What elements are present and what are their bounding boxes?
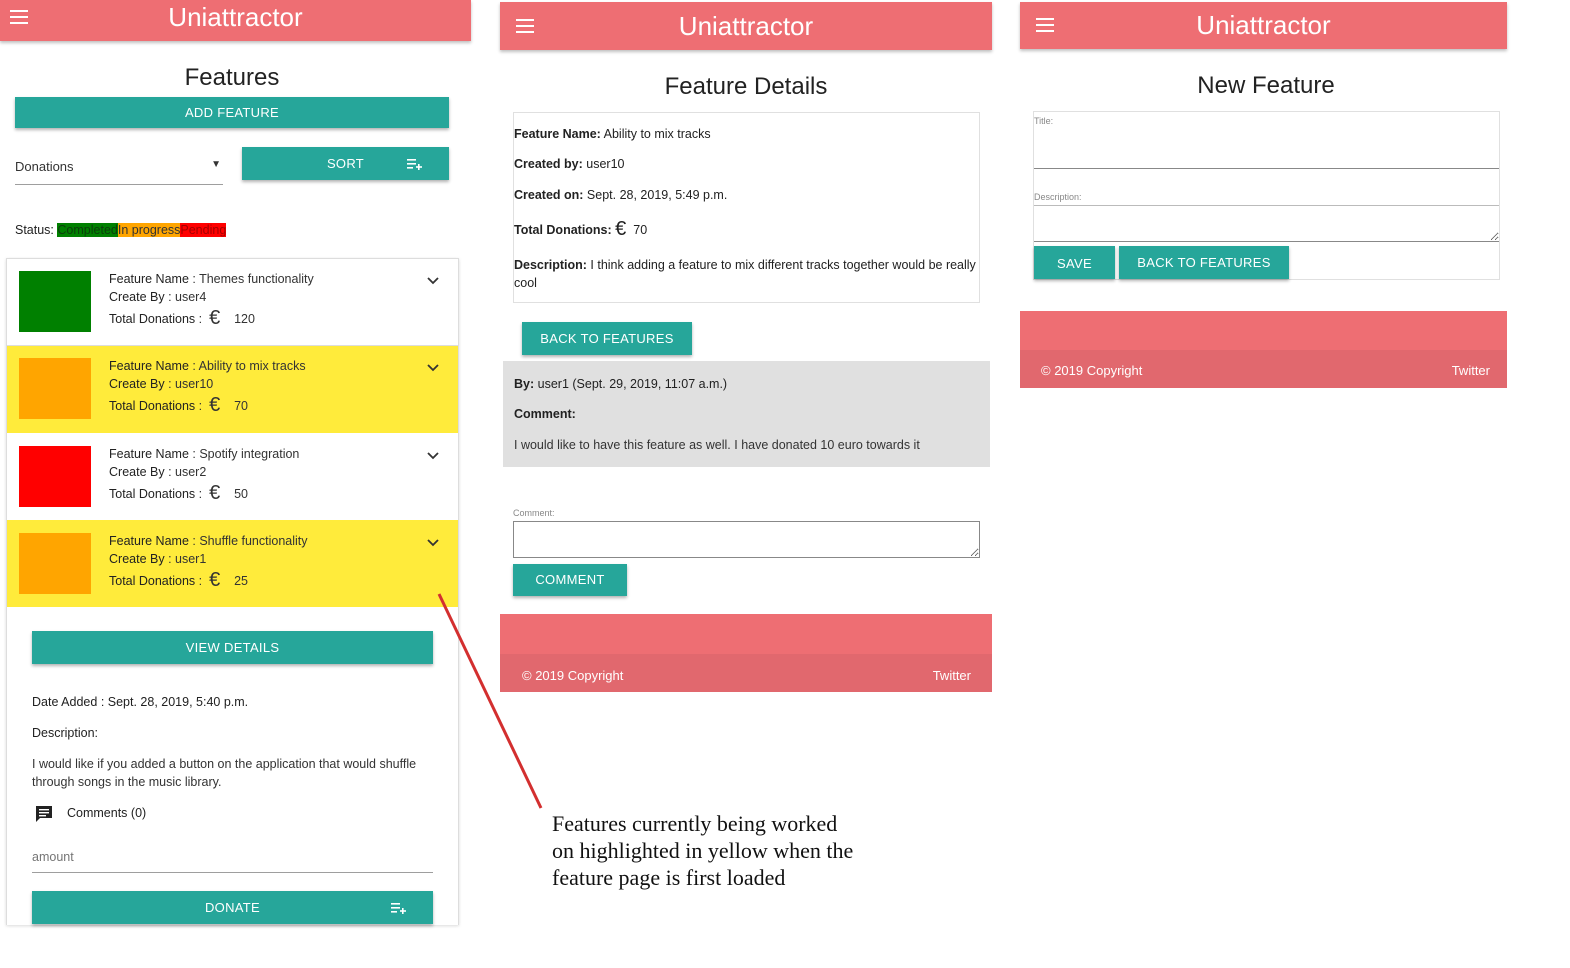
total-donations-label: Total Donations: <box>514 223 612 237</box>
created-on-label: Created on: <box>514 188 584 202</box>
comments-count: (0) <box>127 806 147 820</box>
back-to-features-button[interactable]: BACK TO FEATURES <box>1119 246 1289 279</box>
sort-select[interactable]: Donations ▼ <box>15 152 223 185</box>
status-label: Status: <box>15 223 54 237</box>
donate-button-label: DONATE <box>204 900 260 915</box>
annotation-arrow <box>437 593 543 809</box>
date-added-label: Date Added <box>32 695 98 709</box>
feature-list: Feature Name : Themes functionality Crea… <box>6 258 459 925</box>
created-by-label: Created by: <box>514 157 583 171</box>
comment-icon <box>36 806 52 822</box>
comment-text: I would like to have this feature as wel… <box>514 438 920 452</box>
comment-author: By: user1 (Sept. 29, 2019, 11:07 a.m.) <box>514 377 727 391</box>
feature-name-label: Feature Name: <box>514 127 601 141</box>
chevron-down-icon[interactable] <box>427 364 439 372</box>
comment-label: Comment: <box>514 407 576 421</box>
chevron-down-icon[interactable] <box>427 277 439 285</box>
footer-twitter-link[interactable]: Twitter <box>1452 363 1490 378</box>
page-title: New Feature <box>1197 72 1335 99</box>
brand-logo[interactable]: Uniattractor <box>500 11 992 42</box>
total-donations-row: Total Donations: € 70 <box>514 217 647 240</box>
middle-app-bar: Uniattractor <box>500 2 992 50</box>
comment-by-value: user1 (Sept. 29, 2019, 11:07 a.m.) <box>534 377 728 391</box>
page-title: Feature Details <box>664 73 828 100</box>
feature-item[interactable]: Feature Name : Ability to mix tracks Cre… <box>7 346 458 433</box>
annotation-line: Features currently being worked <box>552 811 838 836</box>
caret-down-icon: ▼ <box>211 159 221 170</box>
sort-button-label: SORT <box>326 156 365 171</box>
comment-card: By: user1 (Sept. 29, 2019, 11:07 a.m.) C… <box>503 361 990 467</box>
comment-textarea[interactable] <box>513 521 980 558</box>
feature-item[interactable]: Feature Name : Themes functionality Crea… <box>7 259 458 346</box>
euro-icon: € <box>209 482 221 504</box>
status-tag-completed: Completed <box>57 223 118 237</box>
created-on-value: Sept. 28, 2019, 5:49 p.m. <box>583 188 728 202</box>
donate-button[interactable]: DONATE <box>32 891 433 924</box>
new-feature-form: Title: Description: SAVE BACK TO FEATURE… <box>1033 111 1500 280</box>
brand-logo[interactable]: Uniattractor <box>0 2 471 33</box>
status-tag-pending: Pending <box>180 223 227 237</box>
right-footer: © 2019 Copyright Twitter <box>1020 311 1507 388</box>
save-button[interactable]: SAVE <box>1034 246 1115 279</box>
sort-button[interactable]: SORT <box>242 147 449 180</box>
feature-info: Feature Name : Shuffle functionality Cre… <box>109 534 308 591</box>
feature-info: Feature Name : Ability to mix tracks Cre… <box>109 359 306 416</box>
footer-copyright: © 2019 Copyright <box>1041 363 1143 378</box>
middle-footer: © 2019 Copyright Twitter <box>500 614 992 692</box>
feature-item[interactable]: Feature Name : Shuffle functionality Cre… <box>7 520 458 607</box>
amount-input[interactable] <box>32 841 433 873</box>
feature-name-value: Ability to mix tracks <box>600 127 711 141</box>
feature-info: Feature Name : Themes functionality Crea… <box>109 272 314 329</box>
description-field-label: Description: <box>1034 192 1082 202</box>
comment-by-label: By: <box>514 377 535 391</box>
feature-info: Feature Name : Spotify integration Creat… <box>109 447 300 504</box>
annotation-line: on highlighted in yellow when the <box>552 838 854 863</box>
footer-copyright-bar: © 2019 Copyright Twitter <box>1020 350 1507 388</box>
comment-field-label: Comment: <box>513 508 555 518</box>
euro-icon: € <box>209 569 221 591</box>
footer-copyright-bar: © 2019 Copyright Twitter <box>500 654 992 692</box>
feature-name-row: Feature Name: Ability to mix tracks <box>514 127 711 141</box>
title-input[interactable] <box>1034 112 1499 169</box>
view-details-button[interactable]: VIEW DETAILS <box>32 631 433 664</box>
playlist-add-icon <box>391 903 406 914</box>
feature-details-card: Feature Name: Ability to mix tracks Crea… <box>513 112 980 303</box>
comments-label: Comments <box>67 806 128 820</box>
status-legend: Status: CompletedIn progressPending <box>15 223 227 238</box>
date-added-value: : Sept. 28, 2019, 5:40 p.m. <box>97 695 249 709</box>
back-to-features-button[interactable]: BACK TO FEATURES <box>522 322 692 355</box>
total-donations-value: 70 <box>633 223 648 237</box>
description-row: Description: I think adding a feature to… <box>514 256 978 292</box>
annotation-line: feature page is first loaded <box>552 865 786 890</box>
chevron-down-icon[interactable] <box>427 539 439 547</box>
created-on-row: Created on: Sept. 28, 2019, 5:49 p.m. <box>514 188 727 202</box>
euro-icon: € <box>615 218 627 240</box>
status-tag-in-progress: In progress <box>117 223 181 237</box>
date-added: Date Added : Sept. 28, 2019, 5:40 p.m. <box>32 695 248 709</box>
created-by-row: Created by: user10 <box>514 157 624 171</box>
created-by-value: user10 <box>582 157 625 171</box>
brand-logo[interactable]: Uniattractor <box>1020 10 1507 41</box>
page-title: Features <box>184 64 280 91</box>
feature-item[interactable]: Feature Name : Spotify integration Creat… <box>7 433 458 520</box>
footer-twitter-link[interactable]: Twitter <box>933 668 971 683</box>
playlist-add-icon <box>407 159 422 170</box>
left-app-bar: Uniattractor <box>0 0 471 41</box>
right-app-bar: Uniattractor <box>1020 2 1507 49</box>
description-text: I would like if you added a button on th… <box>32 757 417 789</box>
add-feature-button[interactable]: ADD FEATURE <box>15 97 449 128</box>
description-label: Description: <box>32 726 98 740</box>
sort-select-value: Donations <box>15 159 74 174</box>
status-swatch <box>19 446 91 507</box>
description-label: Description: <box>514 258 587 272</box>
status-swatch <box>19 358 91 419</box>
annotation-note: Features currently being worked on highl… <box>552 810 853 891</box>
status-swatch <box>19 533 91 594</box>
euro-icon: € <box>209 307 221 329</box>
euro-icon: € <box>209 394 221 416</box>
status-swatch <box>19 271 91 332</box>
chevron-down-icon[interactable] <box>427 452 439 460</box>
description-textarea[interactable] <box>1034 205 1499 242</box>
